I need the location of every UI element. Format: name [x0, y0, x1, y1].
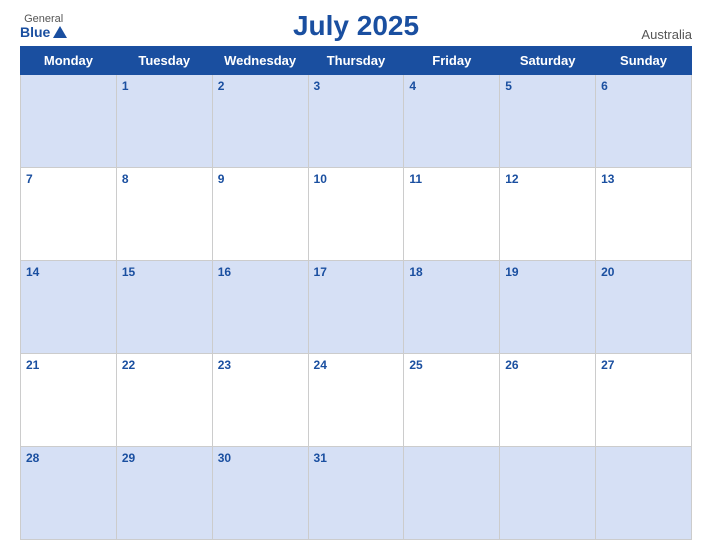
calendar-day-1: 1: [116, 75, 212, 168]
weekday-header-row: MondayTuesdayWednesdayThursdayFridaySatu…: [21, 47, 692, 75]
weekday-header-monday: Monday: [21, 47, 117, 75]
weekday-header-saturday: Saturday: [500, 47, 596, 75]
day-number: 30: [218, 451, 231, 465]
calendar-day-13: 13: [596, 168, 692, 261]
calendar-day-7: 7: [21, 168, 117, 261]
day-number: 1: [122, 79, 129, 93]
calendar-title: July 2025: [293, 10, 419, 42]
calendar-week-row: 14 15 16 17 18 19 20: [21, 261, 692, 354]
day-number: 5: [505, 79, 512, 93]
day-number: 3: [314, 79, 321, 93]
calendar-day-9: 9: [212, 168, 308, 261]
logo-blue-text: Blue: [20, 25, 67, 39]
day-number: 15: [122, 265, 135, 279]
calendar-day-10: 10: [308, 168, 404, 261]
calendar-day-24: 24: [308, 354, 404, 447]
calendar-day-20: 20: [596, 261, 692, 354]
day-number: 14: [26, 265, 39, 279]
calendar-week-row: 21 22 23 24 25 26 27: [21, 354, 692, 447]
logo-general-text: General: [24, 14, 63, 25]
day-number: 25: [409, 358, 422, 372]
calendar-day-22: 22: [116, 354, 212, 447]
calendar-day-2: 2: [212, 75, 308, 168]
day-number: 22: [122, 358, 135, 372]
day-number: 18: [409, 265, 422, 279]
calendar-empty-cell: [500, 447, 596, 540]
day-number: 21: [26, 358, 39, 372]
day-number: 6: [601, 79, 608, 93]
day-number: 31: [314, 451, 327, 465]
calendar-day-30: 30: [212, 447, 308, 540]
calendar-day-29: 29: [116, 447, 212, 540]
day-number: 26: [505, 358, 518, 372]
day-number: 20: [601, 265, 614, 279]
day-number: 24: [314, 358, 327, 372]
calendar-day-14: 14: [21, 261, 117, 354]
calendar-day-19: 19: [500, 261, 596, 354]
calendar-day-26: 26: [500, 354, 596, 447]
calendar-empty-cell: [21, 75, 117, 168]
weekday-header-wednesday: Wednesday: [212, 47, 308, 75]
calendar-table: MondayTuesdayWednesdayThursdayFridaySatu…: [20, 46, 692, 540]
day-number: 29: [122, 451, 135, 465]
day-number: 13: [601, 172, 614, 186]
day-number: 4: [409, 79, 416, 93]
day-number: 9: [218, 172, 225, 186]
calendar-header: General Blue July 2025 Australia: [20, 10, 692, 42]
calendar-day-23: 23: [212, 354, 308, 447]
calendar-week-row: 7 8 9 10 11 12 13: [21, 168, 692, 261]
calendar-day-11: 11: [404, 168, 500, 261]
calendar-week-row: 1 2 3 4 5 6: [21, 75, 692, 168]
calendar-day-28: 28: [21, 447, 117, 540]
day-number: 7: [26, 172, 33, 186]
calendar-day-4: 4: [404, 75, 500, 168]
day-number: 27: [601, 358, 614, 372]
country-label: Australia: [641, 27, 692, 42]
day-number: 11: [409, 172, 422, 186]
calendar-day-3: 3: [308, 75, 404, 168]
calendar-day-8: 8: [116, 168, 212, 261]
calendar-day-17: 17: [308, 261, 404, 354]
day-number: 16: [218, 265, 231, 279]
calendar-day-25: 25: [404, 354, 500, 447]
weekday-header-thursday: Thursday: [308, 47, 404, 75]
calendar-day-15: 15: [116, 261, 212, 354]
calendar-week-row: 28 29 30 31: [21, 447, 692, 540]
weekday-header-friday: Friday: [404, 47, 500, 75]
day-number: 10: [314, 172, 327, 186]
calendar-day-5: 5: [500, 75, 596, 168]
day-number: 28: [26, 451, 39, 465]
day-number: 12: [505, 172, 518, 186]
logo: General Blue: [20, 14, 67, 39]
calendar-day-12: 12: [500, 168, 596, 261]
calendar-empty-cell: [404, 447, 500, 540]
day-number: 19: [505, 265, 518, 279]
calendar-day-31: 31: [308, 447, 404, 540]
day-number: 23: [218, 358, 231, 372]
calendar-day-6: 6: [596, 75, 692, 168]
calendar-day-16: 16: [212, 261, 308, 354]
day-number: 17: [314, 265, 327, 279]
day-number: 8: [122, 172, 129, 186]
calendar-empty-cell: [596, 447, 692, 540]
day-number: 2: [218, 79, 225, 93]
logo-triangle-icon: [53, 26, 67, 38]
calendar-day-21: 21: [21, 354, 117, 447]
weekday-header-sunday: Sunday: [596, 47, 692, 75]
calendar-day-27: 27: [596, 354, 692, 447]
calendar-day-18: 18: [404, 261, 500, 354]
weekday-header-tuesday: Tuesday: [116, 47, 212, 75]
